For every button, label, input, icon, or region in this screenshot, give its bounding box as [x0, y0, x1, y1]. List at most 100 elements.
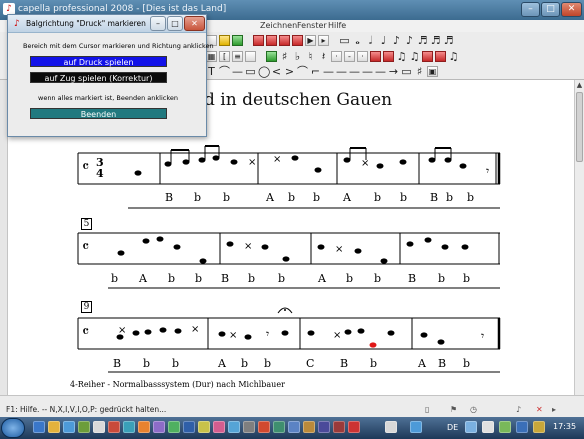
- taskbar-app-icon[interactable]: [123, 421, 135, 433]
- taskbar-app-icon[interactable]: [243, 421, 255, 433]
- finish-button[interactable]: Beenden: [30, 108, 167, 119]
- toolbar-rest-icon[interactable]: 𝄽: [318, 51, 329, 62]
- toolbar-red4-icon[interactable]: [435, 51, 446, 62]
- menu-zeichnen[interactable]: Zeichnen: [260, 20, 297, 32]
- taskbar-app-icon[interactable]: [318, 421, 330, 433]
- toolbar-16th-note-icon[interactable]: ♪: [404, 35, 415, 46]
- toolbar-beam-icon[interactable]: ♫: [396, 51, 407, 62]
- toolbar-red-icon[interactable]: [370, 51, 381, 62]
- taskbar-app-icon[interactable]: [303, 421, 315, 433]
- taskbar-app-icon[interactable]: [153, 421, 165, 433]
- toolbar-chord-icon[interactable]: ♯: [414, 66, 425, 77]
- toolbar-line5-icon[interactable]: —: [362, 66, 373, 77]
- toolbar-pen-icon[interactable]: [232, 35, 243, 46]
- toolbar-beam2-icon[interactable]: ♫: [409, 51, 420, 62]
- menu-fenster[interactable]: Fenster: [297, 20, 327, 32]
- taskbar-app-icon[interactable]: [258, 421, 270, 433]
- taskbar-capella-icon[interactable]: [348, 421, 360, 433]
- toolbar-ff-icon[interactable]: ▸: [318, 35, 329, 46]
- toolbar-play-icon[interactable]: ▶: [305, 35, 316, 46]
- close-doc-icon[interactable]: ✕: [536, 405, 543, 414]
- toolbar-bracket-icon[interactable]: [: [219, 51, 230, 62]
- taskbar-app-icon[interactable]: [78, 421, 90, 433]
- toolbar-rec4-icon[interactable]: [292, 35, 303, 46]
- play-push-button[interactable]: auf Druck spielen: [30, 56, 167, 67]
- dialog-close-button[interactable]: ✕: [184, 16, 205, 31]
- toolbar-dash-icon[interactable]: -: [344, 51, 355, 62]
- toolbar-line6-icon[interactable]: —: [375, 66, 386, 77]
- toolbar-frame-icon[interactable]: ▭: [401, 66, 412, 77]
- vertical-scrollbar[interactable]: ▲: [574, 80, 584, 395]
- taskbar-app-icon[interactable]: [48, 421, 60, 433]
- toolbar-line-icon[interactable]: —: [232, 66, 243, 77]
- toolbar-dot-icon[interactable]: ·: [331, 51, 342, 62]
- toolbar-red2-icon[interactable]: [383, 51, 394, 62]
- start-orb-icon[interactable]: [1, 418, 25, 438]
- taskbar-app-icon[interactable]: [183, 421, 195, 433]
- toolbar-whole-note-icon[interactable]: 𝅝: [352, 35, 363, 46]
- taskbar-app-icon[interactable]: [168, 421, 180, 433]
- minimize-button[interactable]: –: [521, 2, 540, 17]
- taskbar-app-icon[interactable]: [63, 421, 75, 433]
- toolbar-eighth-note-icon[interactable]: ♪: [391, 35, 402, 46]
- tray-icon[interactable]: [516, 421, 528, 433]
- taskbar-app-icon[interactable]: [93, 421, 105, 433]
- toolbar-line2-icon[interactable]: —: [323, 66, 334, 77]
- taskbar-app-icon[interactable]: [138, 421, 150, 433]
- toolbar-beam3-icon[interactable]: ♫: [448, 51, 459, 62]
- toolbar-32nd-note-icon[interactable]: ♬: [417, 35, 428, 46]
- tray-icon[interactable]: [482, 421, 494, 433]
- toolbar-page-icon[interactable]: [245, 51, 256, 62]
- toolbar-ellipse-icon[interactable]: ◯: [258, 66, 270, 77]
- play-pull-button[interactable]: auf Zug spielen (Korrektur): [30, 72, 167, 83]
- toolbar-color-icon[interactable]: [219, 35, 230, 46]
- taskbar-app-icon[interactable]: [33, 421, 45, 433]
- tray-icon[interactable]: [465, 421, 477, 433]
- tray-icon[interactable]: [499, 421, 511, 433]
- toolbar-image-icon[interactable]: ▣: [427, 66, 438, 77]
- toolbar-quarter-note-icon[interactable]: ♩: [378, 35, 389, 46]
- taskbar-app-icon[interactable]: [273, 421, 285, 433]
- toolbar-text-icon[interactable]: T: [206, 66, 217, 77]
- clock[interactable]: 17:35: [553, 422, 576, 431]
- toolbar-arrow-icon[interactable]: →: [388, 66, 399, 77]
- toolbar-sharp-icon[interactable]: ♯: [279, 51, 290, 62]
- taskbar-app-icon[interactable]: [228, 421, 240, 433]
- toolbar-box-icon[interactable]: ▭: [339, 35, 350, 46]
- toolbar-list-icon[interactable]: ≡: [232, 51, 243, 62]
- toolbar-rec3-icon[interactable]: [279, 35, 290, 46]
- language-indicator[interactable]: DE: [447, 423, 458, 432]
- taskbar-app-icon[interactable]: [288, 421, 300, 433]
- toolbar-rect-icon[interactable]: ▭: [245, 66, 256, 77]
- toolbar-128th-note-icon[interactable]: ♬: [443, 35, 454, 46]
- taskbar-app-icon[interactable]: [333, 421, 345, 433]
- toolbar-64th-note-icon[interactable]: ♬: [430, 35, 441, 46]
- toolbar-natural-icon[interactable]: ♮: [305, 51, 316, 62]
- taskbar-app-icon[interactable]: [213, 421, 225, 433]
- toolbar-line4-icon[interactable]: —: [349, 66, 360, 77]
- taskbar-window-icon[interactable]: [385, 421, 397, 433]
- taskbar-window-icon[interactable]: [410, 421, 422, 433]
- maximize-button[interactable]: □: [541, 2, 560, 17]
- dialog-minimize-button[interactable]: –: [150, 16, 166, 31]
- toolbar-tie-icon[interactable]: ⌒: [219, 66, 230, 77]
- toolbar-red3-icon[interactable]: [422, 51, 433, 62]
- scroll-up-icon[interactable]: ▲: [575, 80, 584, 90]
- toolbar-cresc-icon[interactable]: <: [271, 66, 282, 77]
- toolbar-volta-icon[interactable]: ⌐: [310, 66, 321, 77]
- toolbar-dots-icon[interactable]: ·: [357, 51, 368, 62]
- taskbar-app-icon[interactable]: [108, 421, 120, 433]
- close-button[interactable]: ✕: [561, 2, 582, 17]
- toolbar-flat-icon[interactable]: ♭: [292, 51, 303, 62]
- toolbar-ok-icon[interactable]: [266, 51, 277, 62]
- taskbar-app-icon[interactable]: [198, 421, 210, 433]
- menu-hilfe[interactable]: Hilfe: [328, 20, 346, 32]
- toolbar-decresc-icon[interactable]: >: [284, 66, 295, 77]
- dialog-maximize-button[interactable]: □: [167, 16, 183, 31]
- toolbar-rec2-icon[interactable]: [266, 35, 277, 46]
- toolbar-half-note-icon[interactable]: 𝅗𝅥: [365, 35, 376, 46]
- toolbar-record-icon[interactable]: [253, 35, 264, 46]
- scroll-thumb[interactable]: [576, 92, 583, 162]
- tray-icon[interactable]: [533, 421, 545, 433]
- toolbar-grid-icon[interactable]: ▦: [206, 51, 217, 62]
